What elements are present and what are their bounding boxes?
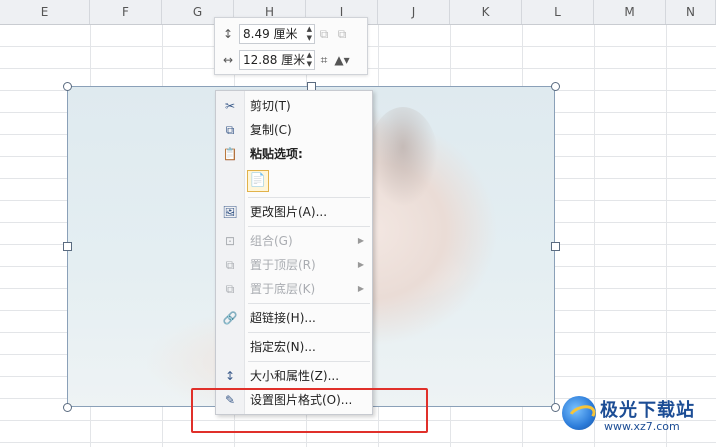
column-header-k[interactable]: K <box>450 0 522 24</box>
column-header-n[interactable]: N <box>666 0 716 24</box>
column-header-l[interactable]: L <box>522 0 594 24</box>
menu-item-copy[interactable]: ⧉ 复制(C) <box>216 118 372 142</box>
align-icon[interactable]: ▲▾ <box>333 51 351 69</box>
width-field[interactable]: 12.88 厘米 ▲ ▼ <box>239 50 315 70</box>
resize-handle-top-right[interactable] <box>551 82 560 91</box>
height-field[interactable]: 8.49 厘米 ▲ ▼ <box>239 24 315 44</box>
menu-section-paste-options: 📋 粘贴选项: <box>216 142 372 166</box>
picture-content <box>368 107 438 207</box>
menu-item-label: 组合(G) <box>250 234 293 248</box>
menu-item-size-properties[interactable]: ↕ 大小和属性(Z)... <box>216 364 372 388</box>
scissors-icon: ✂ <box>224 99 236 113</box>
context-menu: ✂ 剪切(T) ⧉ 复制(C) 📋 粘贴选项: 📄 🖼 更改图片(A)... ⊡… <box>215 90 373 415</box>
resize-handle-left[interactable] <box>63 242 72 251</box>
height-value: 8.49 厘米 <box>243 27 298 41</box>
bring-forward-icon[interactable]: ⧉ <box>315 25 333 43</box>
menu-item-send-to-back[interactable]: ⧉ 置于底层(K) ▶ <box>216 277 372 301</box>
highlight-box <box>191 388 428 433</box>
group-icon: ⊡ <box>224 234 236 248</box>
grid-line <box>594 25 595 447</box>
height-spinner[interactable]: ▲ ▼ <box>307 25 312 43</box>
menu-item-label: 复制(C) <box>250 123 292 137</box>
size-properties-icon: ↕ <box>224 369 236 383</box>
menu-item-group[interactable]: ⊡ 组合(G) ▶ <box>216 229 372 253</box>
copy-icon: ⧉ <box>225 123 235 137</box>
submenu-arrow-icon: ▶ <box>357 284 364 293</box>
clipboard-icon: 📋 <box>222 147 238 161</box>
picture-size-toolbar: ↕ 8.49 厘米 ▲ ▼ ⧉ ⧉ ↔ 12.88 厘米 ▲ ▼ ⌗ ▲▾ <box>214 17 368 75</box>
menu-separator <box>248 303 370 304</box>
submenu-arrow-icon: ▶ <box>357 236 364 245</box>
watermark-url: www.xz7.com <box>604 420 680 433</box>
send-to-back-icon: ⧉ <box>225 282 235 296</box>
submenu-arrow-icon: ▶ <box>357 260 364 269</box>
watermark-logo-icon <box>562 396 596 430</box>
menu-item-label: 置于顶层(R) <box>250 258 316 272</box>
send-backward-icon[interactable]: ⧉ <box>333 25 351 43</box>
menu-separator <box>248 197 370 198</box>
column-header-e[interactable]: E <box>0 0 90 24</box>
menu-item-hyperlink[interactable]: 🔗 超链接(H)... <box>216 306 372 330</box>
resize-handle-bottom-right[interactable] <box>551 403 560 412</box>
menu-item-change-picture[interactable]: 🖼 更改图片(A)... <box>216 200 372 224</box>
resize-handle-bottom-left[interactable] <box>63 403 72 412</box>
menu-item-label: 大小和属性(Z)... <box>250 369 340 383</box>
column-header-j[interactable]: J <box>378 0 450 24</box>
width-icon: ↔ <box>222 53 234 67</box>
hyperlink-icon: 🔗 <box>222 311 238 325</box>
paste-picture-button[interactable]: 📄 <box>247 170 269 192</box>
menu-separator <box>248 361 370 362</box>
menu-separator <box>248 332 370 333</box>
menu-separator <box>248 226 370 227</box>
menu-item-label: 置于底层(K) <box>250 282 316 296</box>
width-spinner[interactable]: ▲ ▼ <box>307 51 312 69</box>
watermark-title: 极光下载站 <box>600 400 695 421</box>
column-header-m[interactable]: M <box>594 0 666 24</box>
bring-to-front-icon: ⧉ <box>225 258 235 272</box>
width-value: 12.88 厘米 <box>243 53 306 67</box>
height-icon: ↕ <box>222 27 234 41</box>
menu-item-label: 更改图片(A)... <box>250 205 328 219</box>
menu-item-label: 指定宏(N)... <box>250 340 316 354</box>
paste-icon: 📄 <box>249 173 267 188</box>
column-header-f[interactable]: F <box>90 0 162 24</box>
menu-item-label: 剪切(T) <box>250 99 291 113</box>
grid-line <box>666 25 667 447</box>
menu-item-assign-macro[interactable]: 指定宏(N)... <box>216 335 372 359</box>
menu-item-cut[interactable]: ✂ 剪切(T) <box>216 94 372 118</box>
crop-icon[interactable]: ⌗ <box>315 51 333 69</box>
menu-item-label: 超链接(H)... <box>250 311 316 325</box>
resize-handle-right[interactable] <box>551 242 560 251</box>
paste-options-heading: 粘贴选项: <box>250 147 303 161</box>
change-picture-icon: 🖼 <box>222 205 238 219</box>
watermark: 极光下载站 www.xz7.com <box>560 392 714 442</box>
resize-handle-top-left[interactable] <box>63 82 72 91</box>
menu-item-bring-to-front[interactable]: ⧉ 置于顶层(R) ▶ <box>216 253 372 277</box>
